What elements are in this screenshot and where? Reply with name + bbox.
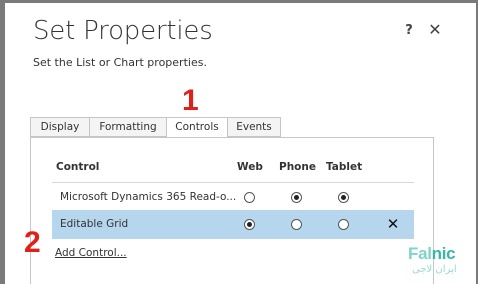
remove-control-icon[interactable]: ✕ <box>386 215 400 233</box>
add-control-link[interactable]: Add Control... <box>55 247 127 259</box>
control-name: Editable Grid <box>60 218 129 230</box>
tablet-radio[interactable] <box>338 219 349 230</box>
close-button[interactable]: ✕ <box>426 20 444 40</box>
table-row[interactable]: Microsoft Dynamics 365 Read-o... <box>52 183 414 212</box>
tablet-radio[interactable] <box>338 192 349 203</box>
web-radio[interactable] <box>244 192 255 203</box>
dialog-title: Set Properties <box>33 16 213 46</box>
column-header-tablet: Tablet <box>326 161 363 173</box>
annotation-marker-1: 1 <box>182 84 199 117</box>
dialog-subtitle: Set the List or Chart properties. <box>33 56 207 69</box>
falnic-watermark-logo: Falnic ایران لاجی <box>408 244 470 280</box>
column-header-control: Control <box>56 161 100 173</box>
column-header-web: Web <box>237 161 263 173</box>
web-radio[interactable] <box>244 219 255 230</box>
tab-formatting[interactable]: Formatting <box>89 117 167 137</box>
tab-controls[interactable]: Controls <box>166 117 228 138</box>
watermark-persian: ایران لاجی <box>412 264 457 275</box>
table-row-selected[interactable]: Editable Grid ✕ <box>52 210 414 239</box>
phone-radio[interactable] <box>291 192 302 203</box>
control-name: Microsoft Dynamics 365 Read-o... <box>60 191 237 203</box>
watermark-brand-a: Fal <box>408 244 432 263</box>
help-button[interactable]: ? <box>401 23 417 41</box>
phone-radio[interactable] <box>291 219 302 230</box>
annotation-marker-2: 2 <box>24 226 41 259</box>
column-header-phone: Phone <box>279 161 316 173</box>
tab-display[interactable]: Display <box>30 117 90 137</box>
tab-events[interactable]: Events <box>227 117 281 137</box>
watermark-brand: Falnic <box>408 244 456 264</box>
watermark-brand-b: nic <box>431 244 456 263</box>
